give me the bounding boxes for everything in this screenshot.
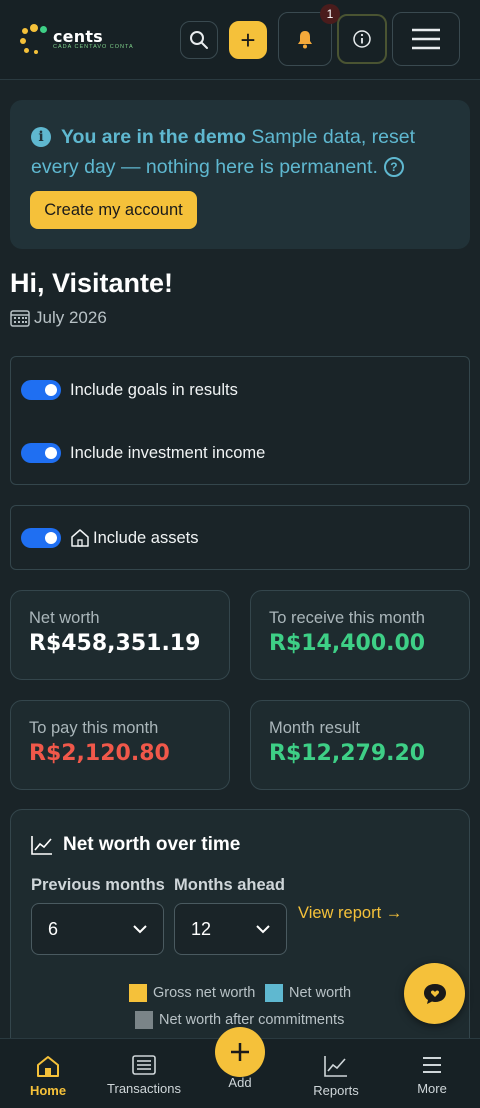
bell-icon: [298, 31, 312, 49]
menu-button[interactable]: [392, 12, 460, 66]
search-icon: [190, 31, 208, 49]
net-worth-card[interactable]: Net worth R$458,351.19: [10, 590, 230, 680]
plus-icon: [231, 1043, 249, 1061]
nav-transactions-label: Transactions: [107, 1081, 181, 1096]
month-result-label: Month result: [269, 719, 360, 737]
nav-home-label: Home: [29, 1083, 67, 1098]
hamburger-icon: [412, 28, 440, 50]
nav-add-button[interactable]: [215, 1027, 265, 1077]
toggle-assets-switch[interactable]: [21, 528, 61, 548]
toggle-goals-row[interactable]: Include goals in results: [21, 380, 238, 400]
net-worth-label: Net worth: [29, 609, 100, 627]
demo-banner-title: You are in the demo: [61, 126, 246, 148]
to-pay-card[interactable]: To pay this month R$2,120.80: [10, 700, 230, 790]
toggle-assets-row[interactable]: Include assets: [21, 528, 198, 548]
nav-add-label: Add: [228, 1075, 252, 1090]
demo-banner-text: i You are in the demo Sample data, reset …: [31, 122, 451, 182]
assets-option-card: Include assets: [10, 505, 470, 570]
to-pay-label: To pay this month: [29, 719, 159, 737]
nav-reports-label: Reports: [313, 1083, 359, 1098]
nav-more[interactable]: More: [384, 1039, 480, 1108]
nav-transactions[interactable]: Transactions: [96, 1039, 192, 1108]
hamburger-icon: [423, 1057, 441, 1073]
calendar-icon: [10, 310, 30, 327]
month-result-card[interactable]: Month result R$12,279.20: [250, 700, 470, 790]
line-chart-icon: [324, 1056, 347, 1077]
chat-fab-button[interactable]: [404, 963, 465, 1024]
app-header: cents CADA CENTAVO CONTA + 1: [0, 0, 480, 80]
nav-home[interactable]: Home: [0, 1039, 96, 1108]
house-icon: [71, 529, 89, 547]
legend-net-worth[interactable]: Net worth: [265, 984, 351, 1002]
toggle-assets-label: Include assets: [93, 528, 199, 547]
toggle-goals-switch[interactable]: [21, 380, 61, 400]
plus-icon: +: [240, 24, 256, 55]
previous-months-select[interactable]: 6: [31, 903, 164, 955]
months-ahead-label: Months ahead: [174, 876, 285, 894]
quick-add-button[interactable]: +: [229, 21, 267, 59]
months-ahead-value: 12: [191, 918, 212, 939]
create-account-button[interactable]: Create my account: [30, 191, 197, 229]
greeting-title: Hi, Visitante!: [10, 268, 174, 298]
to-receive-label: To receive this month: [269, 609, 425, 627]
legend-swatch: [265, 984, 283, 1002]
toggle-goals-label: Include goals in results: [70, 380, 238, 399]
chevron-down-icon: [256, 924, 270, 933]
demo-banner: i You are in the demo Sample data, reset …: [10, 100, 470, 249]
nav-more-label: More: [417, 1081, 447, 1096]
previous-months-value: 6: [48, 918, 59, 939]
months-ahead-select[interactable]: 12: [174, 903, 287, 955]
line-chart-icon: [31, 836, 52, 855]
chat-heart-icon: [423, 983, 446, 1004]
legend-swatch: [135, 1011, 153, 1029]
month-selector[interactable]: July 2026: [10, 308, 107, 328]
month-result-value: R$12,279.20: [269, 741, 426, 766]
toggle-investment-switch[interactable]: [21, 443, 61, 463]
help-icon[interactable]: ?: [383, 157, 404, 177]
info-icon: [353, 30, 371, 48]
results-options-card: Include goals in results Include investm…: [10, 356, 470, 485]
legend-swatch: [129, 984, 147, 1002]
previous-months-label: Previous months: [31, 876, 165, 894]
view-report-link[interactable]: View report →: [298, 904, 402, 923]
app-logo[interactable]: cents CADA CENTAVO CONTA: [20, 22, 150, 56]
legend-label: Net worth after commitments: [159, 1012, 345, 1028]
logo-dots-icon: [20, 24, 48, 56]
to-receive-value: R$14,400.00: [269, 631, 426, 656]
home-icon: [37, 1056, 59, 1077]
legend-gross-net-worth[interactable]: Gross net worth: [129, 984, 255, 1002]
info-button[interactable]: [337, 14, 387, 64]
search-button[interactable]: [180, 21, 218, 59]
chevron-down-icon: [133, 924, 147, 933]
legend-label: Net worth: [289, 985, 352, 1001]
toggle-investment-row[interactable]: Include investment income: [21, 443, 265, 463]
toggle-investment-label: Include investment income: [70, 443, 266, 462]
to-receive-card[interactable]: To receive this month R$14,400.00: [250, 590, 470, 680]
current-month: July 2026: [34, 308, 107, 327]
net-worth-value: R$458,351.19: [29, 631, 201, 656]
legend-label: Gross net worth: [153, 985, 256, 1001]
info-circle-icon: i: [31, 127, 51, 147]
logo-tagline: CADA CENTAVO CONTA: [53, 44, 134, 50]
nav-reports[interactable]: Reports: [288, 1039, 384, 1108]
list-icon: [132, 1055, 156, 1075]
chart-title: Net worth over time: [31, 834, 240, 856]
chart-title-text: Net worth over time: [63, 834, 241, 855]
to-pay-value: R$2,120.80: [29, 741, 170, 766]
